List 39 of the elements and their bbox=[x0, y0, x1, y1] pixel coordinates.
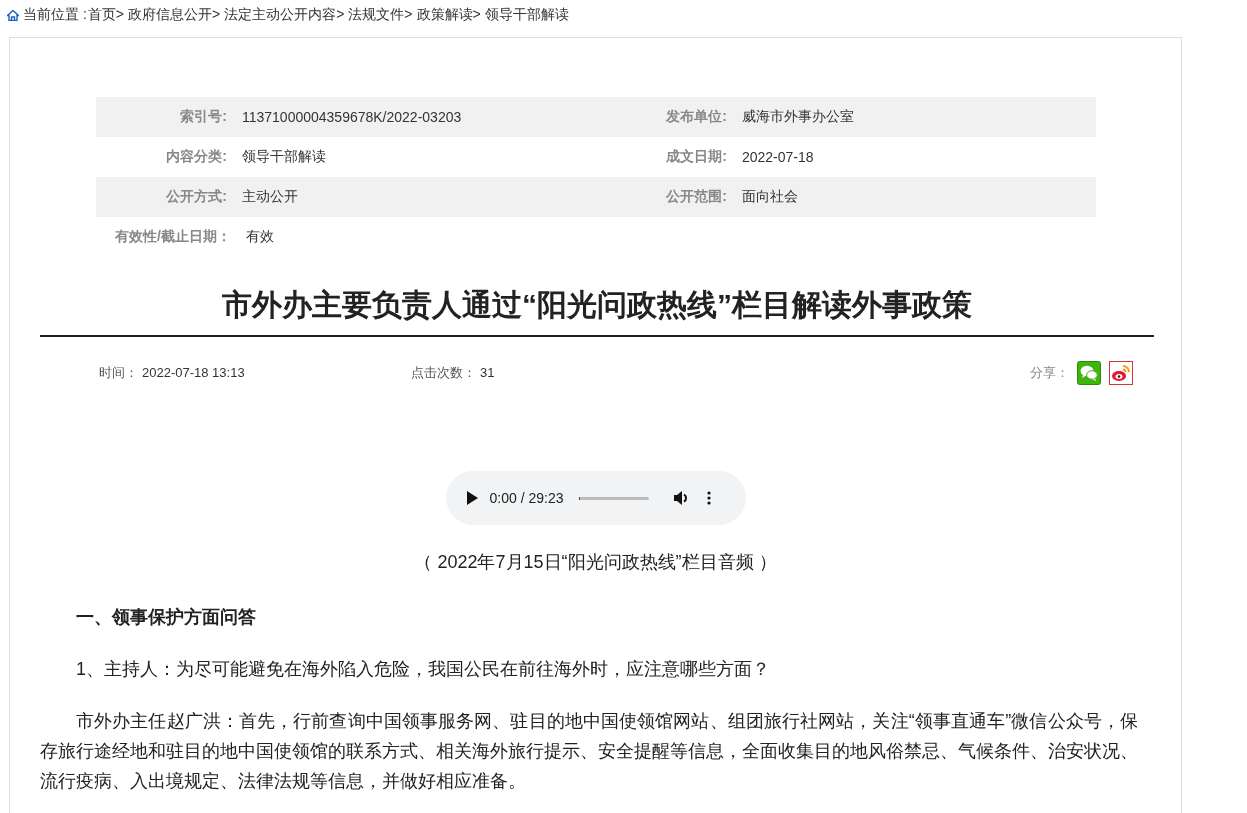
more-options-icon[interactable] bbox=[707, 491, 712, 505]
body-paragraph: 市外办主任赵广洪：首先，行前查询中国领事服务网、驻目的地中国使领馆网站、组团旅行社网站，关注“领事直通车”微信公众号，保存旅行途经地和驻目的地中国使领馆的联系方式、相关海外旅行提示、安全提醒等信息，全面收集目的地风俗禁忌、气候条件、治安状况、流行疫病、入出境规定、法律法规等信息，并做好相应准备。 bbox=[40, 710, 1138, 793]
breadcrumb-link[interactable]: 法定主动公开内容> bbox=[224, 6, 345, 24]
meta-value: 领导干部解读 bbox=[240, 148, 327, 166]
meta-label: 发布单位: bbox=[665, 108, 727, 126]
breadcrumb-link[interactable]: 法规文件> bbox=[348, 6, 413, 24]
meta-label: 公开范围: bbox=[665, 188, 727, 206]
breadcrumb-link[interactable]: 政府信息公开> bbox=[127, 6, 221, 24]
audio-player[interactable]: 0:00 / 29:23 bbox=[445, 471, 746, 525]
meta-label: 公开方式: bbox=[165, 188, 227, 206]
meta-value: 主动公开 bbox=[240, 188, 299, 206]
breadcrumb-link[interactable]: 领导干部解读 bbox=[484, 6, 569, 24]
meta-value: 有效 bbox=[245, 228, 275, 246]
article-title: 市外办主要负责人通过“阳光问政热线”栏目解读外事政策 bbox=[40, 285, 1154, 337]
meta-label: 有效性/截止日期： bbox=[114, 228, 231, 246]
meta-label: 索引号: bbox=[179, 108, 227, 126]
home-icon bbox=[7, 9, 19, 21]
share-label: 分享： bbox=[1030, 364, 1069, 382]
meta-label: 内容分类: bbox=[165, 148, 227, 166]
play-icon[interactable] bbox=[465, 491, 478, 505]
clicks-value: 31 bbox=[480, 365, 495, 380]
meta-label: 成文日期: bbox=[665, 148, 727, 166]
meta-value: 威海市外事办公室 bbox=[740, 108, 855, 126]
body-paragraph: 1、主持人：为尽可能避免在海外陷入危险，我国公民在前往海外时，应注意哪些方面？ bbox=[75, 658, 771, 681]
eye-logo-icon[interactable] bbox=[1109, 361, 1133, 385]
meta-value: 面向社会 bbox=[740, 188, 799, 206]
section-heading: 一、领事保护方面问答 bbox=[75, 606, 257, 629]
clicks-label: 点击次数： bbox=[411, 365, 476, 380]
time-value: 2022-07-18 13:13 bbox=[142, 365, 245, 380]
meta-value: 2022-07-18 bbox=[740, 149, 815, 165]
audio-time: 0:00 / 29:23 bbox=[489, 490, 564, 506]
time-label: 时间： bbox=[99, 365, 138, 380]
breadcrumb-link[interactable]: 政策解读> bbox=[416, 6, 481, 24]
meta-value: 11371000004359678K/2022-03203 bbox=[240, 109, 463, 125]
breadcrumb-label: 当前位置 : bbox=[23, 6, 87, 24]
chat-bubbles-icon[interactable] bbox=[1077, 361, 1101, 385]
breadcrumb-link[interactable]: 首页> bbox=[87, 6, 124, 24]
audio-caption: （ 2022年7月15日“阳光问政热线”栏目音频 ） bbox=[413, 551, 778, 574]
seek-slider[interactable] bbox=[579, 496, 650, 500]
